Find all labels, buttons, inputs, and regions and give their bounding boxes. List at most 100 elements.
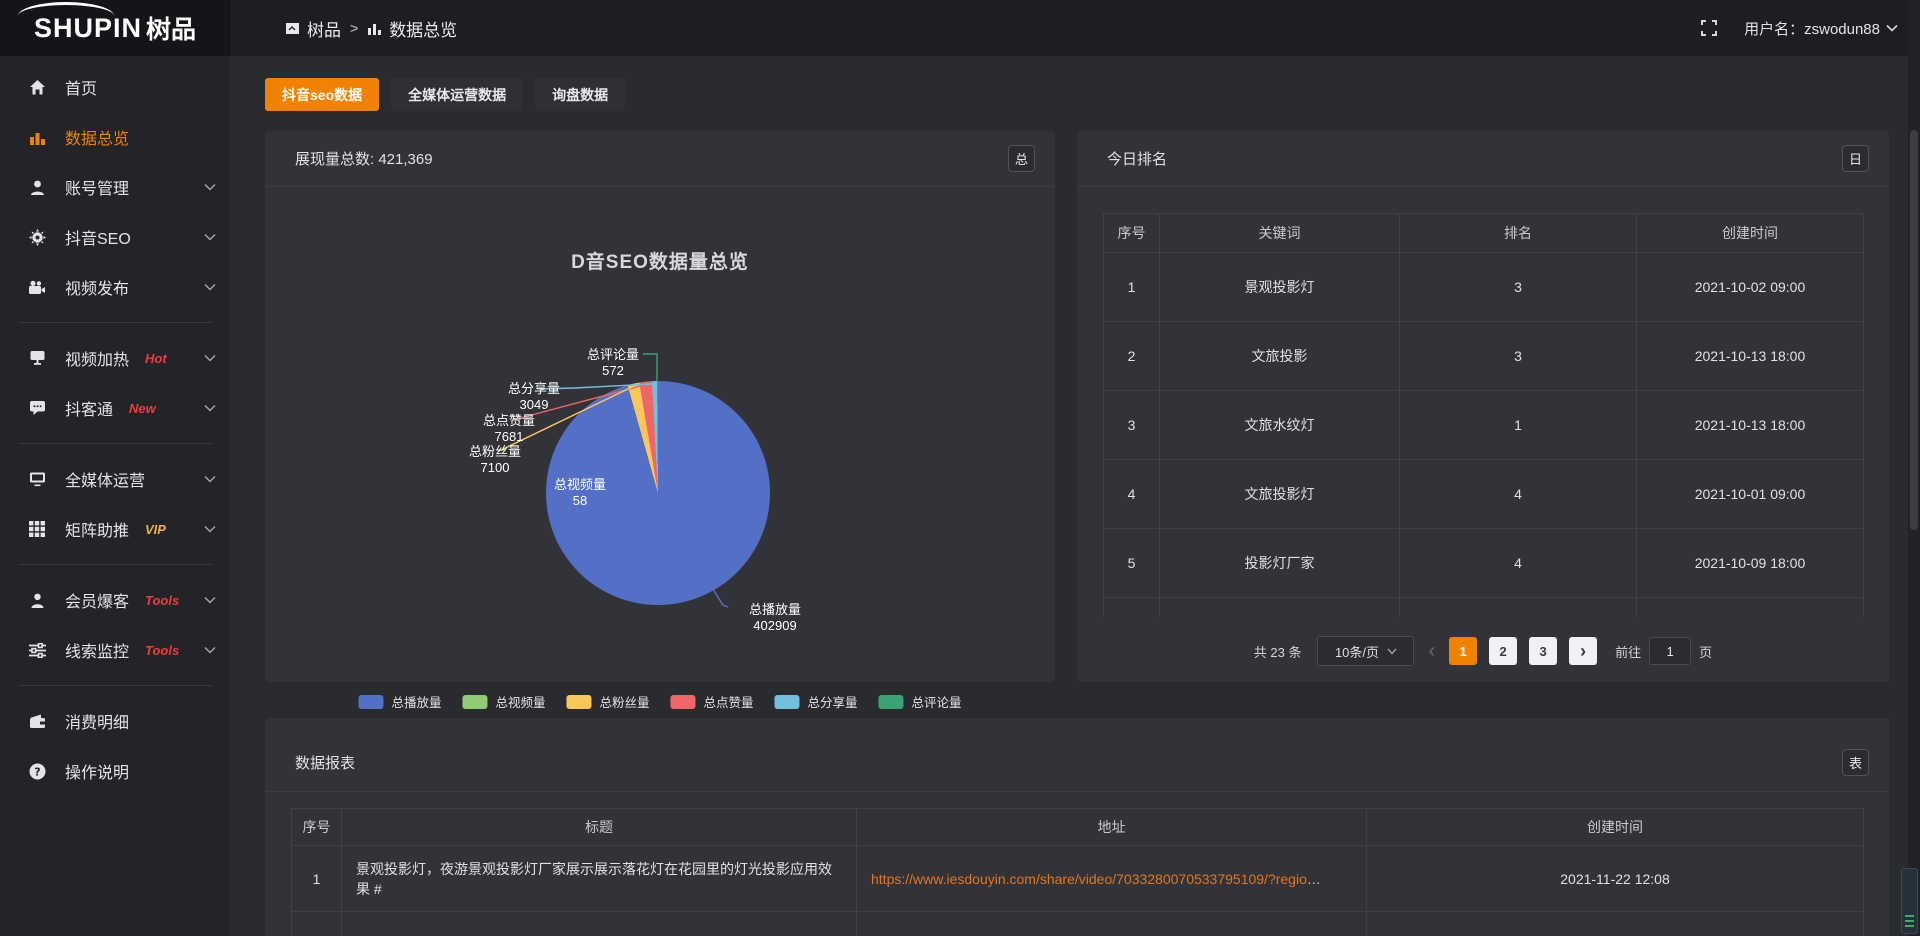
pie-label-likes: 总点赞量7681 — [462, 413, 556, 445]
col-created: 创建时间 — [1637, 214, 1864, 253]
table-row[interactable]: 5投影灯厂家 42021-10-09 18:00 — [1104, 529, 1864, 598]
legend-item-comments[interactable]: 总评论量 — [879, 692, 962, 711]
data-report-table: 序号 标题 地址 创建时间 1 景观投影灯，夜游景观投影灯厂家展示展示落花灯在花… — [291, 808, 1864, 936]
legend-swatch — [775, 695, 800, 709]
svg-text:?: ? — [34, 765, 40, 778]
panel-header: 展现量总数: 421,369 总 — [265, 131, 1055, 187]
total-badge-button[interactable]: 总 — [1008, 145, 1035, 172]
sidebar-item-label: 操作说明 — [65, 759, 129, 783]
top-bar: SHUPIN 树品 树品 > 数据总览 — [0, 0, 1920, 56]
wallet-icon — [28, 712, 46, 730]
user-menu[interactable]: 用户名：zswodun88 — [1744, 18, 1898, 39]
page-size-select[interactable]: 10条/页 — [1317, 636, 1414, 666]
table-row[interactable]: 1 景观投影灯，夜游景观投影灯厂家展示展示落花灯在花园里的灯光投影应用效果 # … — [292, 846, 1864, 912]
chevron-down-icon — [204, 594, 216, 606]
sidebar-item-label: 抖音SEO — [65, 225, 131, 249]
chevron-down-icon — [204, 231, 216, 243]
breadcrumb-label: 树品 — [307, 16, 341, 41]
col-keyword: 关键词 — [1160, 214, 1400, 253]
sidebar-item-douyin-seo[interactable]: 抖音SEO — [0, 212, 230, 262]
data-report-panel: 数据报表 表 序号 标题 地址 创建时间 1 景观投影灯，夜游景观投影灯 — [265, 718, 1889, 936]
page-button-1[interactable]: 1 — [1449, 637, 1477, 665]
video-link[interactable]: https://www.iesdouyin.com/share/video/70… — [871, 871, 1307, 887]
form-icon — [285, 21, 300, 36]
chat-bubble-icon — [28, 399, 46, 417]
sidebar-item-douketong[interactable]: 抖客通 New — [0, 383, 230, 433]
data-tabs: 抖音seo数据 全媒体运营数据 询盘数据 — [265, 78, 625, 111]
col-created: 创建时间 — [1367, 809, 1864, 846]
legend-item-shares[interactable]: 总分享量 — [775, 692, 858, 711]
impressions-total-label: 展现量总数: 421,369 — [295, 148, 433, 169]
sidebar-item-video-publish[interactable]: 视频发布 — [0, 262, 230, 312]
grid-icon — [28, 520, 46, 538]
floating-corner-widget[interactable] — [1901, 868, 1918, 934]
legend-label: 总点赞量 — [704, 692, 754, 711]
legend-item-plays[interactable]: 总播放量 — [358, 692, 441, 711]
person-icon — [28, 591, 46, 609]
tools-badge: Tools — [145, 643, 179, 658]
home-icon — [28, 78, 46, 96]
today-ranking-title: 今日排名 — [1107, 148, 1167, 169]
chart-title: D音SEO数据量总览 — [265, 247, 1055, 274]
sidebar-item-spending-detail[interactable]: 消费明细 — [0, 696, 230, 746]
table-row[interactable]: 3文旅水纹灯 12021-10-13 18:00 — [1104, 391, 1864, 460]
breadcrumb-item-home[interactable]: 树品 — [285, 16, 341, 41]
sidebar-item-omnimedia[interactable]: 全媒体运营 — [0, 454, 230, 504]
prev-page-button[interactable]: ‹ — [1426, 640, 1437, 663]
next-page-button[interactable]: › — [1569, 637, 1597, 665]
legend-swatch — [879, 695, 904, 709]
gear-icon — [28, 228, 46, 246]
sidebar-item-help[interactable]: ? 操作说明 — [0, 746, 230, 796]
legend-swatch — [358, 695, 383, 709]
sidebar-item-label: 线索监控 — [65, 638, 129, 662]
chevron-down-icon — [204, 473, 216, 485]
chart-legend: 总播放量 总视频量 总粉丝量 总点赞量 总分享量 总评论量 — [358, 692, 961, 711]
sidebar-item-matrix-boost[interactable]: 矩阵助推 VIP — [0, 504, 230, 554]
tab-inquiry-data[interactable]: 询盘数据 — [535, 78, 625, 111]
chevron-down-icon — [204, 181, 216, 193]
today-ranking-panel: 今日排名 日 序号 关键词 排名 创建时间 1景观投影灯 32021-1 — [1077, 131, 1889, 682]
logo-arc-decoration — [18, 2, 114, 16]
sidebar-item-home[interactable]: 首页 — [0, 62, 230, 112]
tab-douyin-seo-data[interactable]: 抖音seo数据 — [265, 78, 379, 111]
sidebar-item-label: 全媒体运营 — [65, 467, 145, 491]
legend-item-likes[interactable]: 总点赞量 — [671, 692, 754, 711]
legend-item-videos[interactable]: 总视频量 — [462, 692, 545, 711]
scrollbar-thumb[interactable] — [1910, 130, 1918, 530]
page-button-2[interactable]: 2 — [1489, 637, 1517, 665]
legend-label: 总评论量 — [912, 692, 962, 711]
table-row[interactable]: 4文旅投影灯 42021-10-01 09:00 — [1104, 460, 1864, 529]
screen-stand-icon — [28, 349, 46, 367]
sidebar-divider — [18, 685, 212, 686]
sidebar-item-member-burst[interactable]: 会员爆客 Tools — [0, 575, 230, 625]
page-scrollbar[interactable] — [1908, 0, 1920, 936]
table-row[interactable]: 1景观投影灯 32021-10-02 09:00 — [1104, 253, 1864, 322]
table-row[interactable]: 2文旅投影 32021-10-13 18:00 — [1104, 322, 1864, 391]
day-badge-button[interactable]: 日 — [1842, 145, 1869, 172]
legend-swatch — [566, 695, 591, 709]
chevron-down-icon — [204, 644, 216, 656]
app-screen: SHUPIN 树品 树品 > 数据总览 — [0, 0, 1920, 936]
pie-label-shares: 总分享量3049 — [487, 381, 581, 413]
chevron-down-icon — [204, 523, 216, 535]
breadcrumb-item-current[interactable]: 数据总览 — [367, 16, 457, 41]
sidebar-item-video-heat[interactable]: 视频加热 Hot — [0, 333, 230, 383]
table-header-row: 序号 关键词 排名 创建时间 — [1104, 214, 1864, 253]
sidebar-item-account[interactable]: 账号管理 — [0, 162, 230, 212]
goto-page-input[interactable] — [1649, 637, 1691, 665]
table-badge-button[interactable]: 表 — [1842, 749, 1869, 776]
fullscreen-icon[interactable] — [1700, 19, 1718, 37]
app-logo[interactable]: SHUPIN 树品 — [0, 0, 230, 56]
goto-suffix: 页 — [1699, 642, 1712, 661]
sidebar-item-label: 首页 — [65, 75, 97, 99]
video-camera-icon — [28, 278, 46, 296]
sidebar-item-data-overview[interactable]: 数据总览 — [0, 112, 230, 162]
tab-omnimedia-data[interactable]: 全媒体运营数据 — [391, 78, 523, 111]
page-button-3[interactable]: 3 — [1529, 637, 1557, 665]
bar-chart-icon — [367, 21, 382, 36]
legend-item-fans[interactable]: 总粉丝量 — [566, 692, 649, 711]
page-size-value: 10条/页 — [1335, 642, 1379, 661]
monitor-icon — [28, 470, 46, 488]
sidebar-item-label: 矩阵助推 — [65, 517, 129, 541]
sidebar-item-lead-monitor[interactable]: 线索监控 Tools — [0, 625, 230, 675]
